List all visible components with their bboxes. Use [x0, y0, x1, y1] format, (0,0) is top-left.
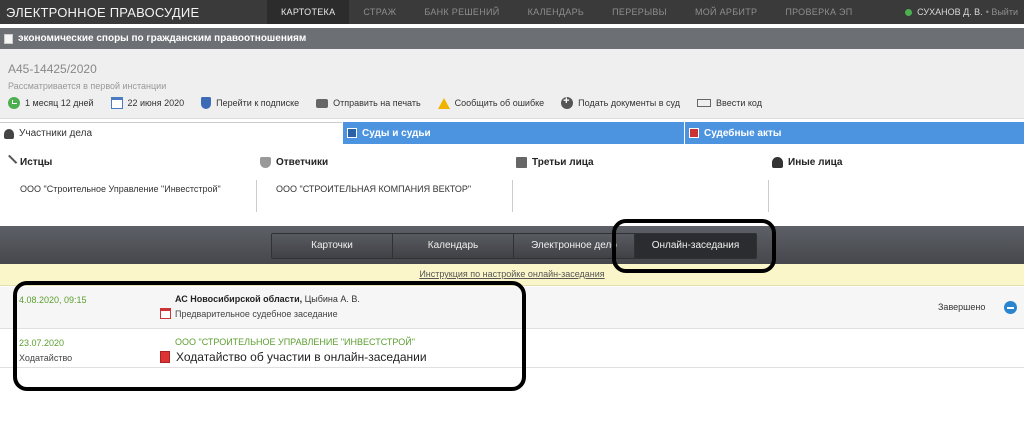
tab-participants[interactable]: Участники дела	[0, 122, 342, 144]
defendants-title: Ответчики	[276, 157, 329, 168]
main-nav: КАРТОТЕКА СТРАЖ БАНК РЕШЕНИЙ КАЛЕНДАРЬ П…	[267, 0, 867, 24]
segment-calendar[interactable]: Календарь	[393, 234, 514, 258]
other-parties-column: Иные лица	[768, 152, 1024, 218]
person-icon	[772, 157, 783, 168]
act-icon	[689, 128, 699, 138]
participants-panel: Истцы ООО "Строительное Управление "Инве…	[0, 152, 1024, 218]
other-parties-heading: Иные лица	[772, 157, 842, 168]
subscribe-label: Перейти к подписке	[216, 98, 300, 108]
case-category: экономические споры по гражданским право…	[18, 33, 307, 44]
site-logo[interactable]: ЭЛЕКТРОННОЕ ПРАВОСУДИЕ	[0, 5, 267, 20]
submit-documents-label: Подать документы в суд	[578, 98, 681, 108]
case-actions: 1 месяц 12 дней 22 июня 2020 Перейти к п…	[8, 95, 779, 109]
nav-kartoteka[interactable]: КАРТОТЕКА	[267, 0, 350, 24]
session-type: Предварительное судебное заседание	[160, 308, 338, 319]
plaintiff-name[interactable]: ООО "Строительное Управление "Инвестстро…	[20, 184, 221, 194]
instruction-notice: Инструкция по настройке онлайн-заседания	[0, 264, 1024, 286]
pdf-icon	[160, 351, 170, 363]
case-date-label: 22 июня 2020	[127, 98, 185, 108]
clock-icon	[8, 97, 20, 109]
calendar-icon	[110, 97, 123, 109]
print-button[interactable]: Отправить на печать	[316, 98, 421, 108]
collapse-icon[interactable]	[1004, 301, 1017, 314]
user-area: СУХАНОВ Д. В. • Выйти	[905, 0, 1018, 24]
plaintiffs-title: Истцы	[20, 157, 53, 168]
court-name: АС Новосибирской области,	[175, 294, 303, 304]
plaintiffs-heading: Истцы	[1, 154, 53, 171]
plaintiffs-column: Истцы ООО "Строительное Управление "Инве…	[0, 152, 256, 218]
top-bar: ЭЛЕКТРОННОЕ ПРАВОСУДИЕ КАРТОТЕКА СТРАЖ Б…	[0, 0, 1024, 24]
case-header: А45-14425/2020 Рассматривается в первой …	[0, 49, 1024, 119]
swords-icon	[1, 154, 18, 171]
tab-courts-judges[interactable]: Суды и судьи	[342, 122, 684, 144]
nav-pereryvy[interactable]: ПЕРЕРЫВЫ	[598, 0, 681, 24]
segment-online-sessions[interactable]: Онлайн-заседания	[635, 234, 756, 258]
code-icon	[697, 99, 712, 107]
enter-code-button[interactable]: Ввести код	[697, 98, 762, 108]
segment-electronic-case[interactable]: Электронное дело	[514, 234, 635, 258]
logout-link[interactable]: • Выйти	[986, 0, 1018, 24]
third-parties-column: Третьи лица	[512, 152, 768, 218]
case-number: А45-14425/2020	[8, 62, 97, 76]
case-duration: 1 месяц 12 дней	[8, 97, 94, 109]
document-title: Ходатайство об участии в онлайн-заседани…	[176, 350, 427, 364]
court-icon	[347, 128, 357, 138]
calendar-icon	[160, 308, 171, 319]
defendant-name[interactable]: ООО "СТРОИТЕЛЬНАЯ КОМПАНИЯ ВЕКТОР"	[276, 184, 471, 194]
submit-documents-button[interactable]: Подать документы в суд	[561, 95, 681, 109]
report-error-label: Сообщить об ошибке	[454, 98, 545, 108]
instruction-link[interactable]: Инструкция по настройке онлайн-заседания	[0, 269, 1024, 279]
document-date: 23.07.2020	[19, 338, 65, 348]
session-court: АС Новосибирской области, Цыбина А. В.	[175, 294, 360, 304]
online-status-icon	[905, 8, 913, 16]
person-icon	[4, 128, 14, 139]
plus-icon	[561, 95, 574, 109]
print-label: Отправить на печать	[333, 98, 421, 108]
defendants-column: Ответчики ООО "СТРОИТЕЛЬНАЯ КОМПАНИЯ ВЕК…	[256, 152, 512, 218]
case-duration-label: 1 месяц 12 дней	[25, 98, 94, 108]
session-type-label: Предварительное судебное заседание	[175, 308, 338, 319]
document-title-link[interactable]: Ходатайство об участии в онлайн-заседани…	[160, 350, 427, 364]
report-error-button[interactable]: Сообщить об ошибке	[437, 97, 545, 109]
nav-kalendar[interactable]: КАЛЕНДАРЬ	[514, 0, 599, 24]
tab-court-acts-label: Судебные акты	[704, 127, 782, 139]
nav-bank-resheniy[interactable]: БАНК РЕШЕНИЙ	[410, 0, 513, 24]
document-party: ООО "СТРОИТЕЛЬНОЕ УПРАВЛЕНИЕ "ИНВЕСТСТРО…	[175, 337, 415, 347]
tab-courts-judges-label: Суды и судьи	[362, 127, 431, 139]
section-switcher-bar: Карточки Календарь Электронное дело Онла…	[0, 226, 1024, 264]
case-date: 22 июня 2020	[110, 97, 185, 109]
nav-moy-arbitr[interactable]: МОЙ АРБИТР	[681, 0, 771, 24]
segment-cards[interactable]: Карточки	[272, 234, 393, 258]
judge-name: Цыбина А. В.	[302, 294, 360, 304]
nav-proverka-ep[interactable]: ПРОВЕРКА ЭП	[771, 0, 866, 24]
warning-icon	[437, 97, 450, 109]
third-parties-heading: Третьи лица	[516, 157, 594, 168]
tab-participants-label: Участники дела	[19, 128, 93, 139]
document-kind: Ходатайство	[19, 353, 73, 363]
subscribe-button[interactable]: Перейти к подписке	[201, 97, 299, 109]
document-row[interactable]: 23.07.2020 Ходатайство ООО "СТРОИТЕЛЬНОЕ…	[0, 330, 1024, 368]
document-icon	[4, 33, 13, 44]
shield-icon	[201, 97, 212, 109]
case-status: Рассматривается в первой инстанции	[8, 81, 167, 91]
session-row[interactable]: 4.08.2020, 09:15 АС Новосибирской област…	[0, 287, 1024, 329]
nav-strazh[interactable]: СТРАЖ	[349, 0, 410, 24]
enter-code-label: Ввести код	[716, 98, 762, 108]
case-tabs: Участники дела Суды и судьи Судебные акт…	[0, 122, 1024, 144]
third-parties-title: Третьи лица	[532, 157, 594, 168]
defendants-heading: Ответчики	[260, 157, 328, 168]
building-icon	[516, 157, 527, 168]
other-parties-title: Иные лица	[788, 157, 843, 168]
session-state: Завершено	[938, 302, 986, 312]
tab-court-acts[interactable]: Судебные акты	[684, 122, 1024, 144]
user-name[interactable]: СУХАНОВ Д. В.	[917, 0, 983, 24]
section-switcher: Карточки Календарь Электронное дело Онла…	[271, 233, 757, 259]
session-datetime: 4.08.2020, 09:15	[19, 295, 87, 305]
case-category-bar: экономические споры по гражданским право…	[0, 28, 1024, 49]
shield-icon	[260, 157, 271, 168]
printer-icon	[316, 98, 329, 108]
